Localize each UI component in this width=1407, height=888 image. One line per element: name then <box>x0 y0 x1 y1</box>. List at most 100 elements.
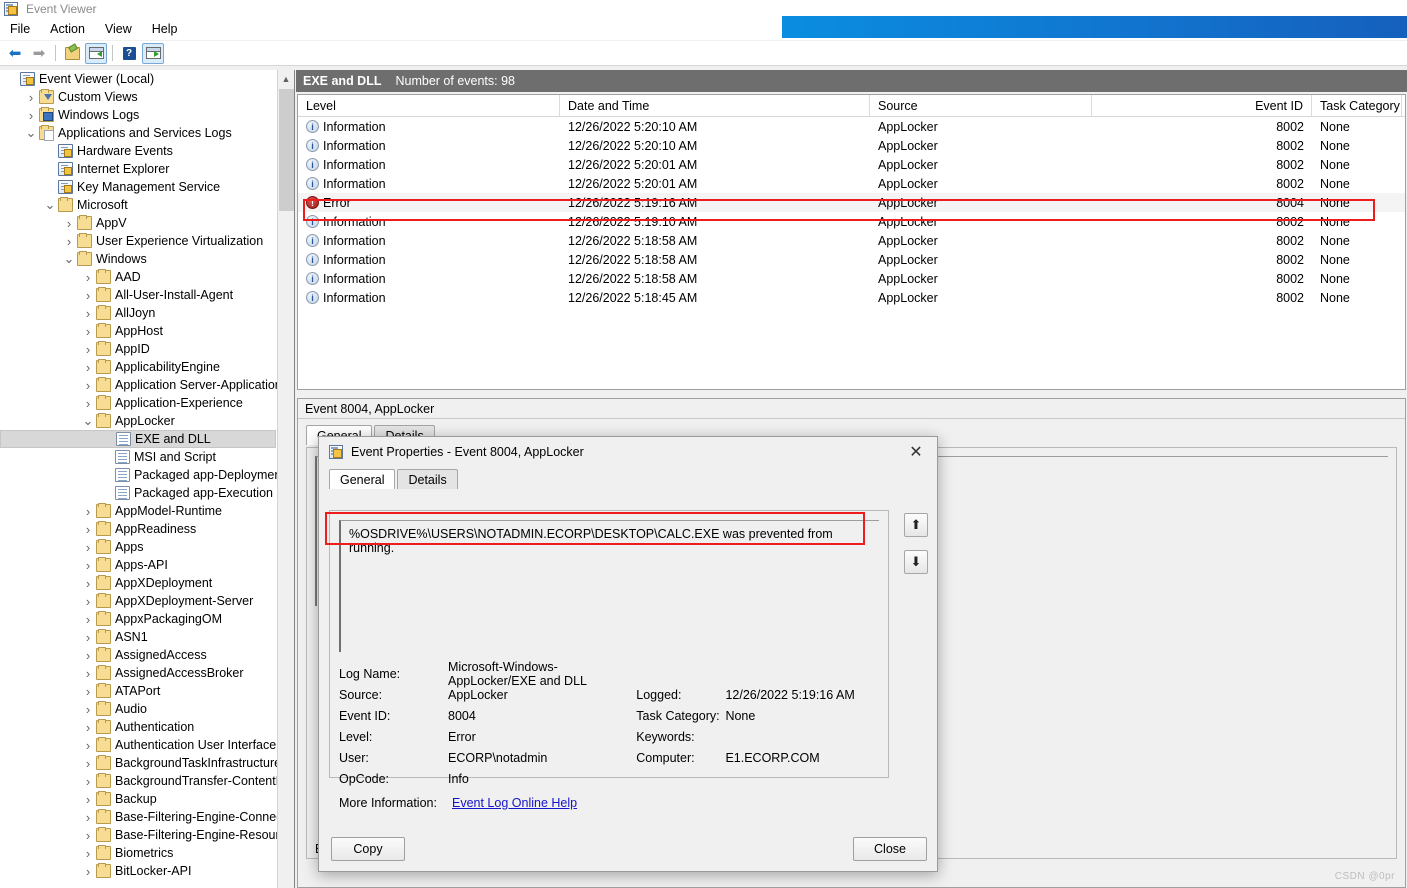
column-header-source[interactable]: Source <box>870 95 1092 117</box>
back-button[interactable]: ⬅ <box>4 43 26 64</box>
table-row[interactable]: i Information 12/26/2022 5:20:01 AM AppLock… <box>298 174 1405 193</box>
open-saved-log-button[interactable] <box>61 43 83 64</box>
tree-item-assignedaccessbroker[interactable]: › AssignedAccessBroker <box>0 664 276 682</box>
tree-item-authentication[interactable]: › Authentication <box>0 718 276 736</box>
chevron-right-icon[interactable]: › <box>80 612 96 627</box>
chevron-right-icon[interactable]: › <box>80 270 96 285</box>
chevron-right-icon[interactable]: › <box>80 306 96 321</box>
table-row[interactable]: ! Error 12/26/2022 5:19:16 AM AppLocker 8004… <box>298 193 1405 212</box>
chevron-right-icon[interactable]: › <box>80 666 96 681</box>
chevron-right-icon[interactable]: › <box>80 684 96 699</box>
tree-item-microsoft[interactable]: ⌄ Microsoft <box>0 196 276 214</box>
table-row[interactable]: i Information 12/26/2022 5:20:01 AM AppLock… <box>298 155 1405 174</box>
close-button[interactable]: Close <box>853 837 927 861</box>
help-button[interactable]: ? <box>118 43 140 64</box>
column-header-task-category[interactable]: Task Category <box>1312 95 1402 117</box>
tree-item-asn1[interactable]: › ASN1 <box>0 628 276 646</box>
tree-item-internet-explorer[interactable]: Internet Explorer <box>0 160 276 178</box>
tree-item-base-filtering-engine-resource-i[interactable]: › Base-Filtering-Engine-Resource-I <box>0 826 294 844</box>
previous-event-button[interactable]: ⬆ <box>904 513 928 537</box>
column-header-event-id[interactable]: Event ID <box>1092 95 1312 117</box>
tree-item-assignedaccess[interactable]: › AssignedAccess <box>0 646 276 664</box>
tree-item-applicabilityengine[interactable]: › ApplicabilityEngine <box>0 358 276 376</box>
copy-button[interactable]: Copy <box>331 837 405 861</box>
chevron-right-icon[interactable]: › <box>80 378 96 393</box>
dialog-tab-general[interactable]: General <box>329 469 396 489</box>
chevron-down-icon[interactable]: ⌄ <box>80 414 96 427</box>
tree-item-alljoyn[interactable]: › AllJoyn <box>0 304 276 322</box>
chevron-right-icon[interactable]: › <box>80 630 96 645</box>
chevron-right-icon[interactable]: › <box>80 576 96 591</box>
scrollbar-thumb[interactable] <box>279 89 294 211</box>
chevron-right-icon[interactable]: › <box>80 702 96 717</box>
chevron-down-icon[interactable]: ⌄ <box>42 198 58 211</box>
chevron-right-icon[interactable]: › <box>80 774 96 789</box>
tree-item-biometrics[interactable]: › Biometrics <box>0 844 276 862</box>
tree-item-packaged-app-execution[interactable]: Packaged app-Execution <box>0 484 276 502</box>
event-list[interactable]: Level Date and Time Source Event ID Task… <box>297 94 1406 390</box>
chevron-right-icon[interactable]: › <box>80 864 96 879</box>
chevron-right-icon[interactable]: › <box>61 234 77 249</box>
chevron-right-icon[interactable]: › <box>61 216 77 231</box>
menu-item-file[interactable]: File <box>0 20 40 38</box>
tree-item-base-filtering-engine-connectio[interactable]: › Base-Filtering-Engine-Connectio <box>0 808 294 826</box>
tree-item-hardware-events[interactable]: Hardware Events <box>0 142 276 160</box>
tree-item-apps-api[interactable]: › Apps-API <box>0 556 276 574</box>
table-row[interactable]: i Information 12/26/2022 5:18:45 AM AppLock… <box>298 288 1405 307</box>
tree-item-backgroundtransfer-contentpref[interactable]: › BackgroundTransfer-ContentPref <box>0 772 294 790</box>
chevron-down-icon[interactable]: ⌄ <box>61 252 77 265</box>
chevron-right-icon[interactable]: › <box>80 288 96 303</box>
chevron-right-icon[interactable]: › <box>23 90 39 105</box>
chevron-right-icon[interactable]: › <box>80 648 96 663</box>
table-row[interactable]: i Information 12/26/2022 5:18:58 AM AppLock… <box>298 269 1405 288</box>
column-header-level[interactable]: Level <box>298 95 560 117</box>
chevron-right-icon[interactable]: › <box>23 108 39 123</box>
next-event-button[interactable]: ⬇ <box>904 550 928 574</box>
tree-item-bitlocker-api[interactable]: › BitLocker-API <box>0 862 276 880</box>
tree-item-application-experience[interactable]: › Application-Experience <box>0 394 276 412</box>
chevron-right-icon[interactable]: › <box>80 558 96 573</box>
chevron-down-icon[interactable]: ⌄ <box>23 126 39 139</box>
tree-item-all-user-install-agent[interactable]: › All-User-Install-Agent <box>0 286 276 304</box>
tree-item-appreadiness[interactable]: › AppReadiness <box>0 520 276 538</box>
tree-item-exe-and-dll[interactable]: EXE and DLL <box>0 430 276 448</box>
scroll-up-icon[interactable]: ▲ <box>278 70 294 87</box>
tree-item-ataport[interactable]: › ATAPort <box>0 682 276 700</box>
chevron-right-icon[interactable]: › <box>80 846 96 861</box>
tree-item-appv[interactable]: › AppV <box>0 214 276 232</box>
tree-item-appxpackagingom[interactable]: › AppxPackagingOM <box>0 610 276 628</box>
tree-scrollbar[interactable]: ▲ <box>277 70 294 888</box>
tree-item-custom-views[interactable]: › Custom Views <box>0 88 276 106</box>
menu-item-action[interactable]: Action <box>40 20 95 38</box>
tree-item-msi-and-script[interactable]: MSI and Script <box>0 448 276 466</box>
tree-item-apps[interactable]: › Apps <box>0 538 276 556</box>
chevron-right-icon[interactable]: › <box>80 792 96 807</box>
tree-item-appxdeployment[interactable]: › AppXDeployment <box>0 574 276 592</box>
tree-item-apphost[interactable]: › AppHost <box>0 322 276 340</box>
chevron-right-icon[interactable]: › <box>80 396 96 411</box>
forward-button[interactable]: ➡ <box>28 43 50 64</box>
chevron-right-icon[interactable]: › <box>80 738 96 753</box>
tree-item-backgroundtaskinfrastructure[interactable]: › BackgroundTaskInfrastructure <box>0 754 281 772</box>
column-header-date-time[interactable]: Date and Time <box>560 95 870 117</box>
table-row[interactable]: i Information 12/26/2022 5:18:58 AM AppLock… <box>298 231 1405 250</box>
table-row-partial[interactable] <box>298 307 1405 326</box>
tree-item-appxdeployment-server[interactable]: › AppXDeployment-Server <box>0 592 276 610</box>
menu-item-help[interactable]: Help <box>142 20 188 38</box>
tree-item-audio[interactable]: › Audio <box>0 700 276 718</box>
chevron-right-icon[interactable]: › <box>80 504 96 519</box>
chevron-right-icon[interactable]: › <box>80 522 96 537</box>
tree-item-event-viewer-local[interactable]: Event Viewer (Local) <box>0 70 276 88</box>
tree-item-appmodel-runtime[interactable]: › AppModel-Runtime <box>0 502 276 520</box>
chevron-right-icon[interactable]: › <box>80 540 96 555</box>
chevron-right-icon[interactable]: › <box>80 720 96 735</box>
chevron-right-icon[interactable]: › <box>80 756 96 771</box>
tree-item-windows[interactable]: ⌄ Windows <box>0 250 276 268</box>
tree-item-user-experience-virtualization[interactable]: › User Experience Virtualization <box>0 232 276 250</box>
tree-item-authentication-user-interface[interactable]: › Authentication User Interface <box>0 736 276 754</box>
chevron-right-icon[interactable]: › <box>80 828 96 843</box>
tree-item-packaged-app-deployment[interactable]: Packaged app-Deployment <box>0 466 285 484</box>
dialog-tab-details[interactable]: Details <box>397 469 458 489</box>
show-console-tree-button[interactable] <box>85 42 107 64</box>
tree-item-application-server-applications[interactable]: › Application Server-Applications <box>0 376 288 394</box>
